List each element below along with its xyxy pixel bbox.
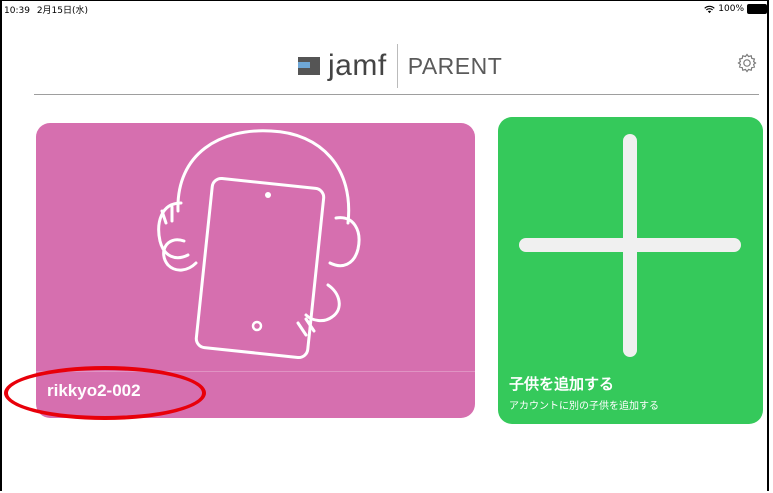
brand-name: jamf <box>328 49 387 82</box>
wifi-icon <box>704 5 715 13</box>
battery-icon <box>747 4 769 14</box>
jamf-logo-icon <box>298 57 320 75</box>
app-header: jamf PARENT <box>34 30 759 95</box>
status-time: 10:39 <box>4 5 30 16</box>
status-date: 2月15日(水) <box>36 5 89 16</box>
plus-icon <box>519 134 741 357</box>
jamf-parent-logo: jamf PARENT <box>296 44 502 88</box>
gear-icon <box>737 53 757 73</box>
add-child-subtitle: アカウントに別の子供を追加する <box>509 401 659 412</box>
child-card-rikkyo2-002[interactable]: rikkyo2-002 <box>36 123 475 418</box>
tablet-home-button <box>251 320 263 332</box>
add-child-card[interactable]: 子供を追加する アカウントに別の子供を追加する <box>498 117 763 424</box>
settings-button[interactable] <box>736 52 758 74</box>
product-name: PARENT <box>407 52 503 79</box>
battery-percent: 100% <box>718 4 744 14</box>
add-child-title: 子供を追加する <box>509 375 615 393</box>
child-name: rikkyo2-002 <box>47 381 141 400</box>
logo-divider <box>396 44 398 88</box>
tablet-camera-dot <box>265 192 271 198</box>
status-bar: 10:39 2月15日(水) 100% <box>4 1 769 17</box>
card-divider <box>36 371 475 372</box>
child-ipad-headphones-illustration <box>157 129 361 359</box>
